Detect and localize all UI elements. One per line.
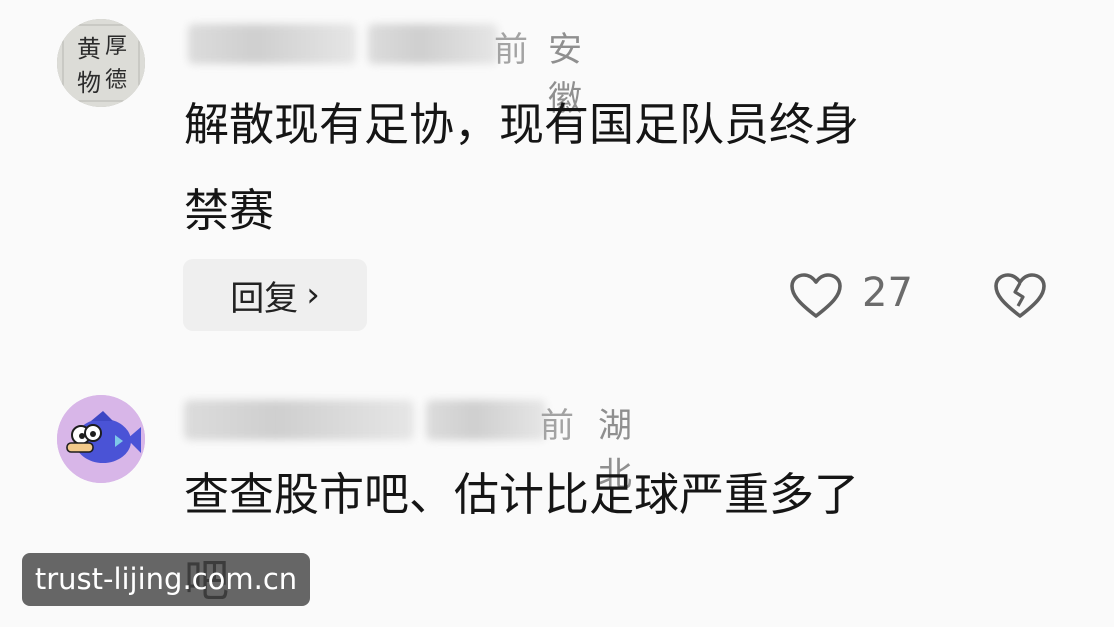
- svg-text:物: 物: [77, 69, 101, 97]
- svg-text:黄: 黄: [77, 35, 101, 63]
- username-redacted: [184, 400, 414, 440]
- cartoon-fish-avatar-icon: [57, 395, 145, 483]
- chevron-right-icon: ›: [306, 275, 320, 315]
- comment-text-line: 查查股市吧、估计比足球严重多了: [184, 468, 860, 521]
- time-suffix: 前: [494, 30, 528, 70]
- time-suffix: 前: [540, 406, 574, 446]
- comment-text: 解散现有足协，现有国足队员终身 禁赛: [184, 82, 1064, 254]
- site-watermark: trust-lijing.com.cn: [22, 553, 310, 606]
- username-redacted: [188, 24, 356, 64]
- comment-item: 黄 厚 物 德 前 安徽 解散现有足协，现有国足队员终身 禁赛 回复 › 27: [0, 0, 1114, 355]
- svg-text:德: 德: [105, 68, 127, 93]
- comment-text: 查查股市吧、估计比足球严重多了 吧: [184, 452, 1064, 624]
- comment-text-line: 吧: [184, 538, 1064, 624]
- broken-heart-icon[interactable]: [993, 272, 1047, 320]
- user-avatar[interactable]: 黄 厚 物 德: [57, 19, 145, 107]
- like-count: 27: [862, 270, 913, 316]
- heart-icon[interactable]: [789, 272, 843, 320]
- time-redacted: [426, 400, 546, 440]
- user-avatar[interactable]: [57, 395, 145, 483]
- svg-text:厚: 厚: [105, 34, 127, 59]
- reply-button[interactable]: 回复 ›: [183, 259, 367, 331]
- comment-text-line: 解散现有足协，现有国足队员终身: [184, 98, 860, 151]
- reply-label: 回复: [230, 278, 299, 319]
- calligraphy-avatar-icon: 黄 厚 物 德: [57, 19, 145, 107]
- comment-text-line: 禁赛: [184, 184, 275, 237]
- time-redacted: [368, 24, 498, 64]
